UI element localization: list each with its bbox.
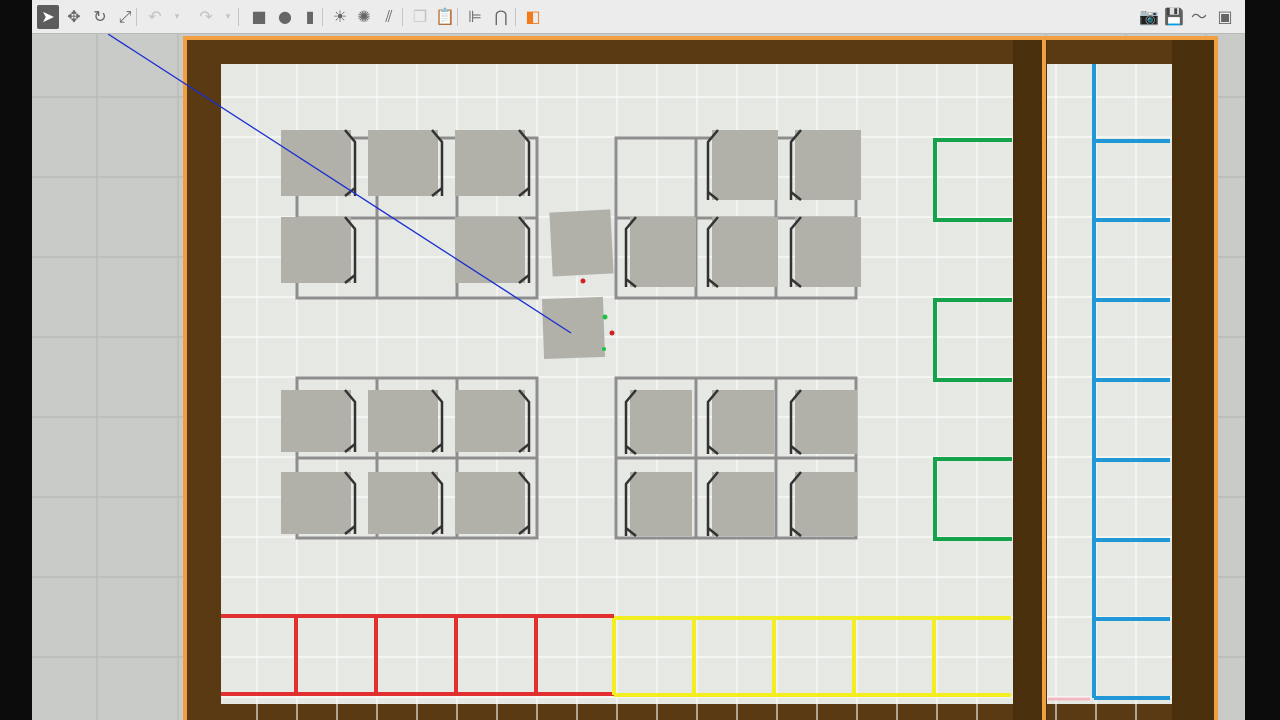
translate-mode-icon[interactable]: ✥: [63, 5, 85, 29]
warehouse-scene[interactable]: [32, 34, 1245, 720]
shelf-box: [789, 216, 861, 288]
undo-icon[interactable]: ↶: [144, 5, 166, 29]
select-mode-icon[interactable]: ➤: [37, 5, 59, 29]
shelf-box: [706, 216, 778, 288]
shelf-box: [706, 471, 774, 537]
redo-history-chevron-icon[interactable]: ▾: [223, 5, 233, 29]
toolbar-separator: [136, 8, 137, 26]
box-top-face: [368, 130, 438, 196]
point-light-icon[interactable]: ☀: [329, 5, 351, 29]
box-shape-icon[interactable]: ■: [248, 5, 270, 29]
shelf-box: [368, 471, 444, 535]
shelf-box: [368, 129, 444, 197]
box-top-face: [795, 390, 857, 454]
robot-box: [541, 296, 606, 360]
toolbar-separator: [457, 8, 458, 26]
scale-mode-icon[interactable]: ⤢: [114, 5, 136, 29]
shelf-box: [789, 471, 857, 537]
directional-light-icon[interactable]: ⫽: [378, 5, 400, 29]
box-top-face: [795, 130, 861, 200]
shelf-box: [706, 389, 774, 455]
box-top-face: [712, 472, 774, 536]
toolbar-separator: [322, 8, 323, 26]
gazebo-window: ➤ ✥ ↻ ⤢ ↶ ▾ ↷ ▾ ■ ● ▮ ☀ ✺ ⫽ ❐ 📋 ⊫ ⋂ ◧ 📷 💾 〜 ▣: [32, 0, 1245, 720]
right-wall: [1172, 40, 1214, 720]
partition-rim: [1042, 40, 1046, 720]
box-top-face: [281, 390, 351, 452]
toolbar-separator: [515, 8, 516, 26]
copy-icon[interactable]: ❐: [409, 5, 431, 29]
shelf-box: [455, 129, 531, 197]
rotate-mode-icon[interactable]: ↻: [89, 5, 111, 29]
loose-box: [549, 209, 614, 277]
shelf-box: [455, 216, 531, 284]
shelf-box: [281, 389, 357, 453]
side-floor: [1047, 64, 1172, 704]
change-view-angle-icon[interactable]: ◧: [522, 5, 544, 29]
plot-icon[interactable]: 〜: [1188, 5, 1210, 29]
shelf-box: [281, 471, 357, 535]
paste-icon[interactable]: 📋: [434, 5, 456, 29]
align-icon[interactable]: ⊫: [464, 5, 486, 29]
toolbar-separator: [238, 8, 239, 26]
screenshot-icon[interactable]: 📷: [1138, 5, 1160, 29]
box-top-face: [368, 390, 438, 452]
3d-viewport[interactable]: [32, 34, 1245, 720]
partition-wall: [1013, 40, 1047, 720]
sphere-shape-icon[interactable]: ●: [274, 5, 296, 29]
box-top-face: [630, 472, 692, 536]
log-data-icon[interactable]: 💾: [1163, 5, 1185, 29]
box-top-face: [630, 390, 692, 454]
box-top-face: [712, 217, 778, 287]
snap-icon[interactable]: ⋂: [490, 5, 512, 29]
redo-icon[interactable]: ↷: [195, 5, 217, 29]
shelf-box: [624, 471, 692, 537]
shelf-box: [624, 389, 692, 455]
box-top-face: [712, 130, 778, 200]
box-top-face: [712, 390, 774, 454]
shelf-box: [455, 471, 531, 535]
shelf-box: [368, 389, 444, 453]
record-video-icon[interactable]: ▣: [1214, 5, 1236, 29]
box-top-face: [455, 217, 525, 283]
box-top-face: [795, 472, 857, 536]
undo-history-chevron-icon[interactable]: ▾: [172, 5, 182, 29]
marker-dot: [609, 330, 615, 336]
shelf-box: [706, 129, 778, 201]
marker-dot: [580, 278, 586, 284]
box-top-face: [795, 217, 861, 287]
box-top-face: [455, 390, 525, 452]
spot-light-icon[interactable]: ✺: [353, 5, 375, 29]
box-top-face: [281, 130, 351, 196]
marker-dot: [602, 314, 608, 320]
toolbar-separator: [402, 8, 403, 26]
shelf-box: [789, 389, 857, 455]
shelf-box: [624, 216, 696, 288]
cylinder-shape-icon[interactable]: ▮: [299, 5, 321, 29]
shelf-box: [789, 129, 861, 201]
box-top-face: [368, 472, 438, 534]
box-top-face: [630, 217, 696, 287]
box-top-face: [281, 217, 351, 283]
box-top-face: [455, 472, 525, 534]
box-top-face: [281, 472, 351, 534]
toolbar: ➤ ✥ ↻ ⤢ ↶ ▾ ↷ ▾ ■ ● ▮ ☀ ✺ ⫽ ❐ 📋 ⊫ ⋂ ◧ 📷 💾 〜 ▣: [32, 0, 1245, 34]
shelf-box: [281, 216, 357, 284]
marker-dot: [602, 347, 606, 351]
shelf-box: [455, 389, 531, 453]
box-top-face: [455, 130, 525, 196]
